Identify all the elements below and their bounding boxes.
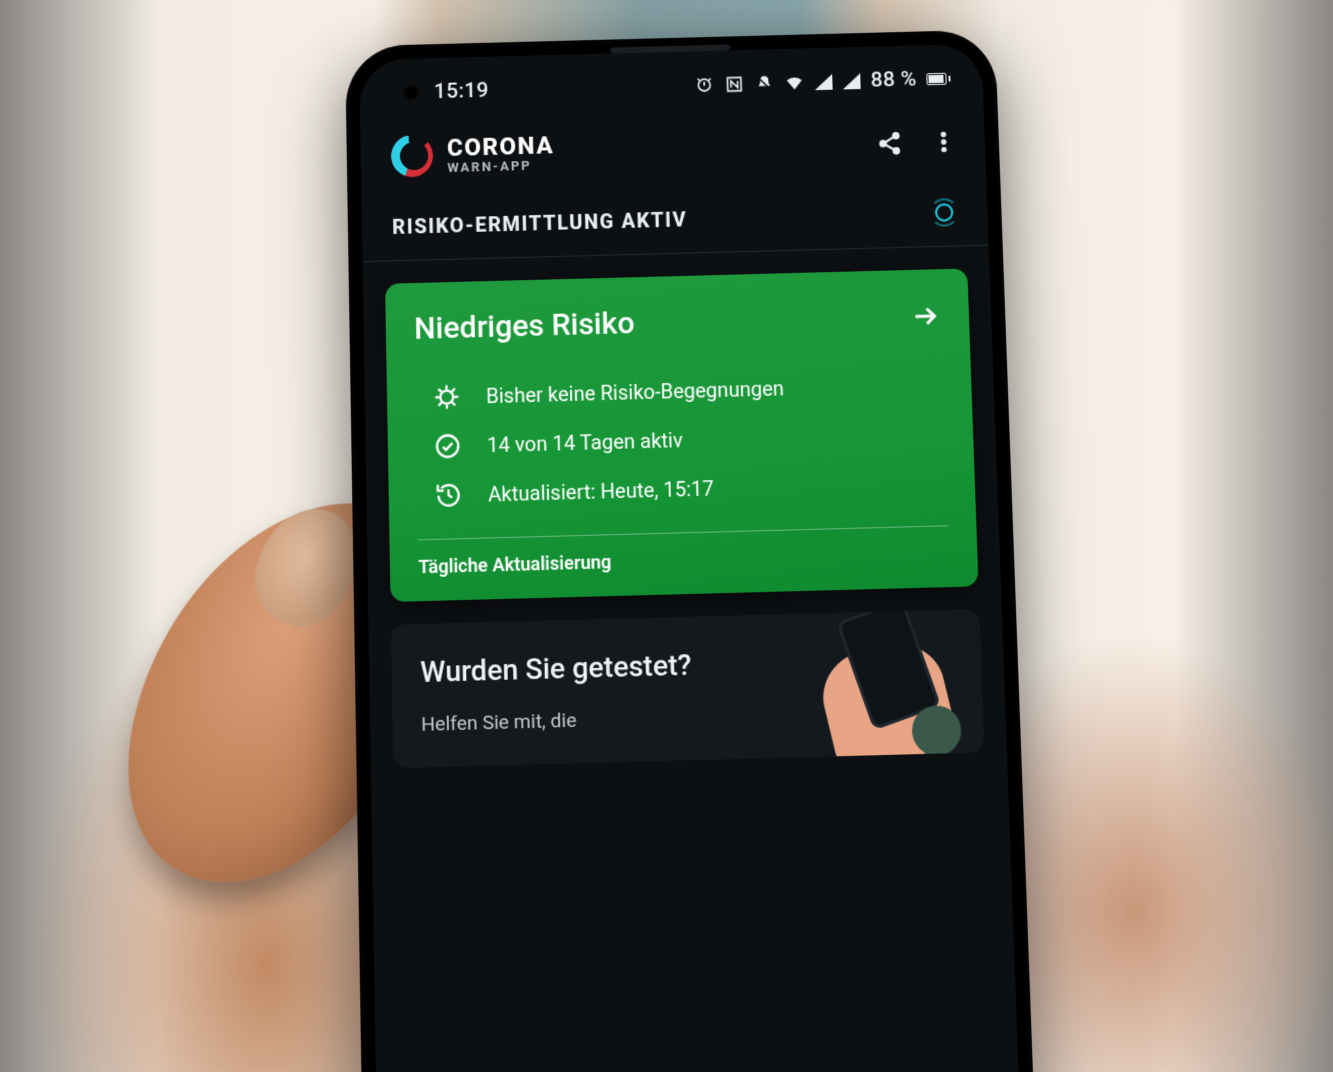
risk-card[interactable]: Niedriges Risiko Bisher keine Risiko-Beg…: [385, 268, 978, 601]
tested-card[interactable]: Wurden Sie getestet? Helfen Sie mit, die: [391, 609, 985, 768]
phone-frame: 15:19 88 % CORONA WARN-APP: [345, 30, 1040, 1072]
app-title: CORONA: [447, 133, 555, 160]
risk-card-footer: Tägliche Aktualisierung: [418, 543, 949, 579]
phone-screen: 15:19 88 % CORONA WARN-APP: [359, 44, 1025, 1072]
signal-icon-2: [842, 73, 861, 89]
virus-icon: [431, 382, 462, 411]
alarm-icon: [694, 75, 715, 96]
tested-card-illustration: [813, 614, 971, 764]
wifi-icon: [784, 72, 805, 93]
clock-icon: [433, 481, 464, 511]
front-camera: [402, 84, 420, 102]
signal-icon-1: [814, 74, 833, 90]
check-icon: [432, 431, 463, 460]
mute-icon: [754, 73, 775, 94]
exposure-status-label: RISIKO-ERMITTLUNG AKTIV: [392, 207, 688, 239]
app-subtitle: WARN-APP: [447, 159, 554, 175]
arrow-right-icon: [910, 300, 941, 331]
app-brand: CORONA WARN-APP: [391, 131, 555, 177]
nfc-icon: [724, 74, 745, 95]
risk-row-text: Bisher keine Risiko-Begegnungen: [486, 376, 784, 408]
main-content: Niedriges Risiko Bisher keine Risiko-Beg…: [363, 246, 1008, 792]
status-time: 15:19: [434, 79, 489, 104]
risk-card-title: Niedriges Risiko: [414, 306, 635, 347]
more-icon[interactable]: [930, 129, 957, 156]
share-icon[interactable]: [876, 130, 903, 157]
app-logo-icon: [391, 134, 434, 177]
exposure-active-icon: [929, 197, 960, 228]
risk-row-text: Aktualisiert: Heute, 15:17: [488, 476, 714, 507]
risk-row-text: 14 von 14 Tagen aktiv: [487, 428, 683, 458]
divider: [418, 525, 948, 540]
battery-percent: 88 %: [870, 68, 917, 93]
battery-icon: [926, 73, 950, 86]
